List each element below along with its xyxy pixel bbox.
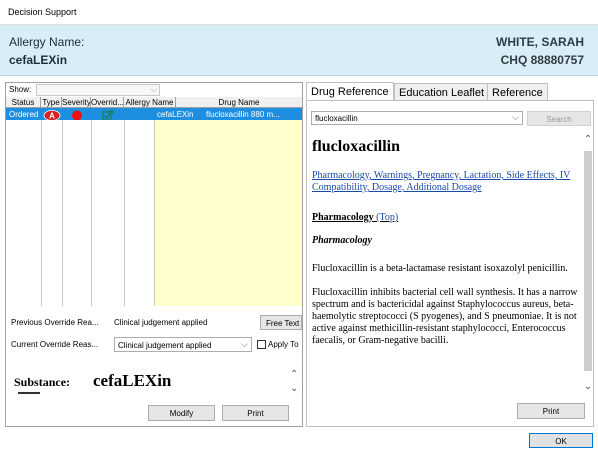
section-title: Pharmacology: [312, 212, 374, 223]
ok-button[interactable]: OK: [529, 433, 593, 448]
allergy-name-column-highlight: [154, 120, 302, 306]
column-header-status[interactable]: Status: [6, 97, 41, 108]
monograph-scrollbar[interactable]: ⌃ ⌄: [583, 135, 593, 393]
column-header-type[interactable]: Type: [41, 97, 62, 108]
reference-tabs: Drug Reference Education Leaflet Referen…: [306, 82, 594, 101]
free-text-button[interactable]: Free Text: [260, 315, 302, 330]
section-heading: Pharmacology (Top): [312, 212, 580, 224]
apply-to-checkbox[interactable]: [257, 340, 266, 349]
current-override-label: Current Override Reas...: [11, 340, 99, 349]
top-link[interactable]: (Top): [376, 212, 398, 223]
override-section: Previous Override Rea... Clinical judgem…: [6, 309, 302, 426]
patient-mrn: CHQ 88880757: [500, 53, 584, 67]
column-header-override[interactable]: Overrid...: [91, 97, 124, 108]
grid-divider: [41, 120, 42, 306]
monograph-section-links[interactable]: Pharmacology, Warnings, Pregnancy, Lacta…: [312, 170, 580, 194]
allergy-name-value: cefaLEXin: [9, 53, 68, 67]
grid-divider: [91, 120, 92, 306]
type-letter: A: [49, 112, 55, 121]
previous-override-value: Clinical judgement applied: [114, 318, 208, 327]
row-allergy-name: cefaLEXin: [157, 110, 194, 119]
tab-education-leaflet[interactable]: Education Leaflet: [394, 83, 490, 101]
row-drug-name: flucloxacillin 880 m...: [206, 110, 280, 119]
substance-overflow-text: [18, 392, 40, 396]
allergy-a-icon: A: [43, 108, 61, 120]
print-button[interactable]: Print: [222, 405, 289, 421]
tab-reference[interactable]: Reference: [487, 83, 548, 101]
drug-search-input[interactable]: flucloxacillin ⌵: [311, 111, 523, 125]
patient-header: Allergy Name: cefaLEXin WHITE, SARAH CHQ…: [0, 25, 598, 76]
section-subheading: Pharmacology: [312, 235, 372, 246]
red-dot-icon: [71, 108, 85, 120]
chevron-down-icon: ⌵: [150, 85, 157, 94]
scroll-up-icon[interactable]: ⌃: [290, 369, 298, 380]
column-header-drug-name[interactable]: Drug Name: [176, 97, 302, 108]
tab-drug-reference[interactable]: Drug Reference: [306, 82, 394, 101]
row-status: Ordered: [9, 110, 39, 119]
monograph-paragraph: Flucloxacillin is a beta-lactamase resis…: [312, 263, 568, 274]
scroll-down-icon[interactable]: ⌄: [290, 383, 298, 394]
substance-value: cefaLEXin: [93, 371, 172, 390]
column-header-allergy-name[interactable]: Allergy Name: [124, 97, 176, 108]
reference-panel: Drug Reference Education Leaflet Referen…: [306, 82, 594, 427]
show-label: Show:: [9, 85, 32, 94]
grid-divider: [124, 120, 125, 306]
chevron-down-icon: ⌵: [512, 112, 519, 122]
current-override-select[interactable]: Clinical judgement applied ⌵: [114, 337, 252, 352]
check-edit-icon: [102, 108, 116, 120]
search-button[interactable]: Search: [527, 111, 591, 126]
scroll-down-icon[interactable]: ⌄: [583, 382, 593, 392]
drug-search-value: flucloxacillin: [315, 114, 358, 123]
alert-list-panel: Show: ⌵ Status Type Severity Overrid... …: [5, 82, 303, 427]
grid-divider: [62, 120, 63, 306]
alert-grid: Status Type Severity Overrid... Allergy …: [6, 97, 302, 307]
scrollbar-thumb[interactable]: [584, 151, 592, 371]
show-filter-row: Show: ⌵: [6, 83, 302, 97]
show-filter-select[interactable]: ⌵: [36, 84, 160, 96]
table-row[interactable]: Ordered A cefaLEXin flucloxacillin 880 m…: [6, 108, 302, 120]
grid-divider: [154, 120, 155, 306]
monograph-paragraph: Flucloxacillin inhibits bacterial cell w…: [312, 287, 578, 346]
column-header-severity[interactable]: Severity: [62, 97, 91, 108]
monograph-title: flucloxacillin: [312, 138, 400, 155]
patient-name: WHITE, SARAH: [496, 35, 584, 49]
drug-monograph: flucloxacillin Pharmacology, Warnings, P…: [312, 135, 580, 391]
scroll-up-icon[interactable]: ⌃: [583, 135, 593, 145]
previous-override-label: Previous Override Rea...: [11, 318, 99, 327]
grid-header: Status Type Severity Overrid... Allergy …: [6, 97, 302, 108]
chevron-down-icon: ⌵: [241, 339, 248, 349]
substance-label: Substance:: [14, 375, 71, 389]
current-override-value: Clinical judgement applied: [118, 341, 212, 350]
modify-button[interactable]: Modify: [148, 405, 215, 421]
reference-print-button[interactable]: Print: [517, 403, 585, 419]
window-title: Decision Support: [0, 0, 598, 25]
allergy-name-label: Allergy Name:: [9, 35, 85, 49]
apply-to-label: Apply To: [268, 340, 299, 349]
substance-display: Substance: cefaLEXin: [11, 364, 294, 397]
drug-reference-content: flucloxacillin ⌵ Search flucloxacillin P…: [306, 100, 594, 427]
